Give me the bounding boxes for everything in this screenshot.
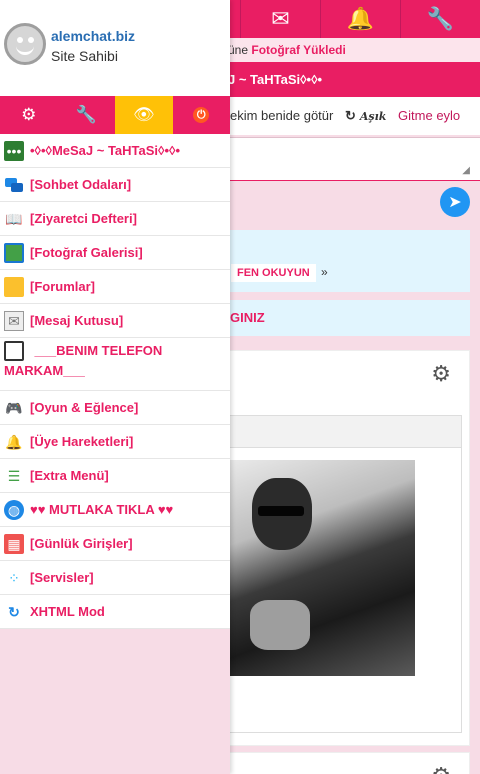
menu-item-phone-brand[interactable]: ___BENIM TELEFON MARKAM___ xyxy=(0,338,230,391)
menu-item-games[interactable]: 🎮 [Oyun & Eğlence] xyxy=(0,391,230,425)
power-icon: ⏻ xyxy=(193,107,210,123)
menu-item-services[interactable]: ⁘ [Servisler] xyxy=(0,561,230,595)
photo-post xyxy=(229,415,462,733)
tab-tools[interactable]: 🔧 xyxy=(58,96,116,134)
menu-item-label: [Servisler] xyxy=(30,570,94,585)
photo-gallery-icon xyxy=(4,243,24,263)
avatar[interactable] xyxy=(4,23,46,65)
guestbook-icon: 📖 xyxy=(5,210,23,227)
menu-item-label: XHTML Mod xyxy=(30,604,105,619)
menu-item-label: [Üye Hareketleri] xyxy=(30,434,134,449)
notifications-nav-button[interactable]: 🔔 xyxy=(320,0,400,38)
tab-logout[interactable]: ⏻ xyxy=(173,96,231,134)
info-arrow: » xyxy=(321,265,328,279)
wrench-icon: 🔧 xyxy=(426,6,455,31)
chat-icon: ••• xyxy=(4,141,24,161)
notice-highlight[interactable]: Fotoğraf Yükledi xyxy=(251,43,345,57)
list-icon: ☰ xyxy=(7,467,21,484)
tab-settings[interactable]: ⚙ xyxy=(0,96,58,134)
menu-item-label: [Mesaj Kutusu] xyxy=(30,313,124,328)
chat-rooms-icon xyxy=(4,175,24,195)
photo-post-header xyxy=(230,416,461,448)
tools-nav-button[interactable]: 🔧 xyxy=(400,0,480,38)
menu-item-label: [Günlük Girişler] xyxy=(30,536,133,551)
menu-item-message-room[interactable]: ••• •◊•◊MeSaJ ~ TaHTaSi◊•◊• xyxy=(0,134,230,168)
menu-item-label: [Fotoğraf Galerisi] xyxy=(30,245,143,260)
menu-item-label: [Extra Menü] xyxy=(30,468,109,483)
bell-icon: 🔔 xyxy=(346,6,375,31)
menu-item-forums[interactable]: [Forumlar] xyxy=(0,270,230,304)
info-box-secondary: GINIZ xyxy=(228,300,470,336)
envelope-icon: ✉ xyxy=(271,6,290,31)
mail-icon: ✉ xyxy=(4,311,24,331)
calendar-icon: ▦ xyxy=(4,534,24,554)
profile-header[interactable]: alemchat.biz Site Sahibi xyxy=(0,0,230,96)
globe-icon: ◍ xyxy=(4,500,24,520)
menu-item-chat-rooms[interactable]: [Sohbet Odaları] xyxy=(0,168,230,202)
services-icon: ⁘ xyxy=(8,569,20,586)
post-photo[interactable] xyxy=(230,460,415,676)
user-role: Site Sahibi xyxy=(51,48,118,64)
menu-item-label: ___BENIM TELEFON MARKAM___ xyxy=(4,343,163,379)
site-name[interactable]: alemchat.biz xyxy=(51,28,135,44)
marquee-text: ekim benide götür xyxy=(230,108,334,123)
menu-item-inbox[interactable]: ✉ [Mesaj Kutusu] xyxy=(0,304,230,338)
post-card: ⚙ xyxy=(228,350,470,746)
drawer-menu: ••• •◊•◊MeSaJ ~ TaHTaSi◊•◊• [Sohbet Odal… xyxy=(0,134,230,629)
menu-item-extra-menu[interactable]: ☰ [Extra Menü] xyxy=(0,459,230,493)
marquee-brand: Aşık xyxy=(359,110,387,123)
send-button[interactable]: ➤ xyxy=(440,187,470,217)
room-title: J ~ TaHTaSi◊•◊• xyxy=(228,72,323,87)
send-arrow-icon: ➤ xyxy=(448,194,462,211)
tab-view[interactable]: 👁 xyxy=(115,96,173,134)
notice-prefix: üne xyxy=(228,43,252,57)
menu-item-guestbook[interactable]: 📖 [Ziyaretci Defteri] xyxy=(0,202,230,236)
menu-item-label: •◊•◊MeSaJ ~ TaHTaSi◊•◊• xyxy=(30,143,180,158)
menu-item-label: [Forumlar] xyxy=(30,279,95,294)
folder-icon xyxy=(4,277,24,297)
wrench-icon: 🔧 xyxy=(75,105,97,124)
menu-item-label: [Oyun & Eğlence] xyxy=(30,400,139,415)
menu-item-member-activity[interactable]: 🔔 [Üye Hareketleri] xyxy=(0,425,230,459)
menu-item-xhtml-mode[interactable]: ↻ XHTML Mod xyxy=(0,595,230,629)
info-box-secondary-text: GINIZ xyxy=(230,310,265,325)
menu-item-label: ♥♥ MUTLAKA TIKLA ♥♥ xyxy=(30,502,174,517)
menu-item-daily-logins[interactable]: ▦ [Günlük Girişler] xyxy=(0,527,230,561)
info-box: FEN OKUYUN » xyxy=(228,230,470,292)
gear-icon: ⚙ xyxy=(21,105,37,124)
asik-refresh-icon: ↻ xyxy=(344,108,356,123)
card2-settings-icon[interactable]: ⚙ xyxy=(431,763,451,774)
gamepad-icon: 🎮 xyxy=(5,399,23,416)
info-read-link[interactable]: FEN OKUYUN xyxy=(231,264,316,282)
messages-nav-button[interactable]: ✉ xyxy=(240,0,320,38)
drawer-tabs: ⚙ 🔧 👁 ⏻ xyxy=(0,96,230,134)
card-settings-icon[interactable]: ⚙ xyxy=(431,361,451,387)
refresh-icon: ↻ xyxy=(8,603,20,620)
resize-grip-icon[interactable]: ◢ xyxy=(462,165,470,176)
clipboard-icon xyxy=(4,341,24,361)
bell-icon: 🔔 xyxy=(5,433,23,450)
menu-item-must-click[interactable]: ◍ ♥♥ MUTLAKA TIKLA ♥♥ xyxy=(0,493,230,527)
menu-item-photo-gallery[interactable]: [Fotoğraf Galerisi] xyxy=(0,236,230,270)
menu-item-label: [Sohbet Odaları] xyxy=(30,177,132,192)
marquee-link[interactable]: Gitme eylo xyxy=(398,108,460,123)
menu-item-label: [Ziyaretci Defteri] xyxy=(30,211,137,226)
eye-icon: 👁 xyxy=(132,105,155,124)
side-drawer: alemchat.biz Site Sahibi ⚙ 🔧 👁 ⏻ ••• •◊•… xyxy=(0,0,230,774)
post-card-2: ⚙ xyxy=(228,752,470,774)
